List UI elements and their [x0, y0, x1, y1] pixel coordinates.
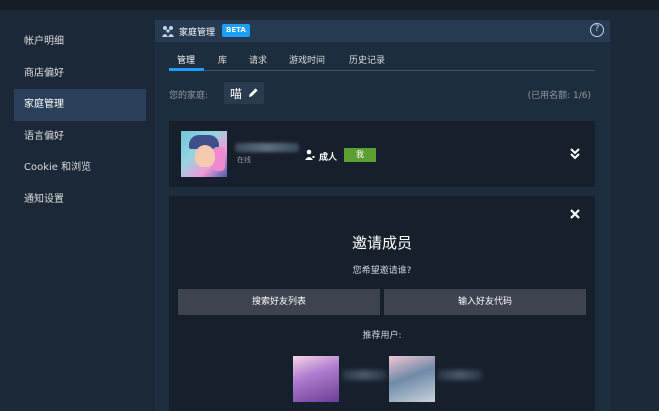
- tab-manage[interactable]: 管理: [177, 53, 195, 66]
- recommended-users-label: 推荐用户:: [362, 331, 402, 341]
- panel-header: 家庭管理 BETA ?: [155, 20, 610, 42]
- family-label: 您的家庭:: [169, 91, 209, 101]
- help-icon[interactable]: ?: [590, 23, 604, 37]
- top-strip: [0, 0, 659, 10]
- sidebar-item-family-management[interactable]: 家庭管理: [14, 89, 146, 121]
- tab-requests[interactable]: 请求: [249, 53, 267, 66]
- recommended-user-avatar[interactable]: [293, 356, 339, 402]
- sidebar-item-account-details[interactable]: 帐户明细: [14, 26, 146, 58]
- tab-playtime[interactable]: 游戏时间: [289, 53, 325, 66]
- invite-member-card: 邀请成员 您希望邀请谁? 搜索好友列表 输入好友代码 推荐用户:: [169, 196, 595, 411]
- tab-library[interactable]: 库: [218, 53, 227, 66]
- member-slots-count: (已用名额: 1/6): [527, 91, 591, 101]
- tab-divider: [169, 70, 595, 71]
- enter-friend-code-button[interactable]: 输入好友代码: [384, 289, 586, 315]
- member-online-status: 在线: [237, 156, 251, 164]
- beta-badge: BETA: [222, 24, 250, 37]
- me-badge: 我: [344, 148, 376, 162]
- active-tab-indicator: [169, 68, 204, 71]
- sidebar-item-language[interactable]: 语言偏好: [14, 121, 146, 153]
- family-name-row: 您的家庭: 喵 (已用名额: 1/6): [169, 82, 595, 104]
- family-name-field[interactable]: 喵: [224, 82, 264, 104]
- search-friends-button[interactable]: 搜索好友列表: [178, 289, 380, 315]
- sidebar-item-store-preferences[interactable]: 商店偏好: [14, 58, 146, 90]
- family-name: 喵: [230, 87, 243, 101]
- close-icon[interactable]: [569, 208, 581, 220]
- member-avatar[interactable]: [181, 131, 227, 177]
- sidebar-item-cookies[interactable]: Cookie 和浏览: [14, 152, 146, 184]
- pencil-icon[interactable]: [248, 87, 259, 98]
- double-chevron-down-icon[interactable]: [569, 147, 581, 161]
- family-panel: 家庭管理 BETA ? 管理 库 请求 游戏时间 历史记录 您的家庭: 喵 (已…: [155, 20, 610, 411]
- tab-bar: 管理 库 请求 游戏时间 历史记录: [169, 53, 595, 73]
- recommended-user-name-redacted: [438, 370, 482, 380]
- family-member-card: 在线 成人 我: [169, 121, 595, 187]
- settings-sidebar: 帐户明细 商店偏好 家庭管理 语言偏好 Cookie 和浏览 通知设置: [0, 10, 148, 411]
- tab-history[interactable]: 历史记录: [349, 53, 385, 66]
- member-role: 成人: [319, 153, 338, 163]
- family-icon: [162, 26, 174, 37]
- page-title: 家庭管理: [179, 28, 216, 38]
- recommended-user-name-redacted: [342, 370, 386, 380]
- member-name-redacted: [235, 143, 299, 152]
- invite-title: 邀请成员: [351, 234, 412, 252]
- adult-person-icon: [305, 149, 315, 160]
- recommended-user-avatar[interactable]: [389, 356, 435, 402]
- sidebar-item-notifications[interactable]: 通知设置: [14, 184, 146, 216]
- invite-subtitle: 您希望邀请谁?: [352, 266, 412, 276]
